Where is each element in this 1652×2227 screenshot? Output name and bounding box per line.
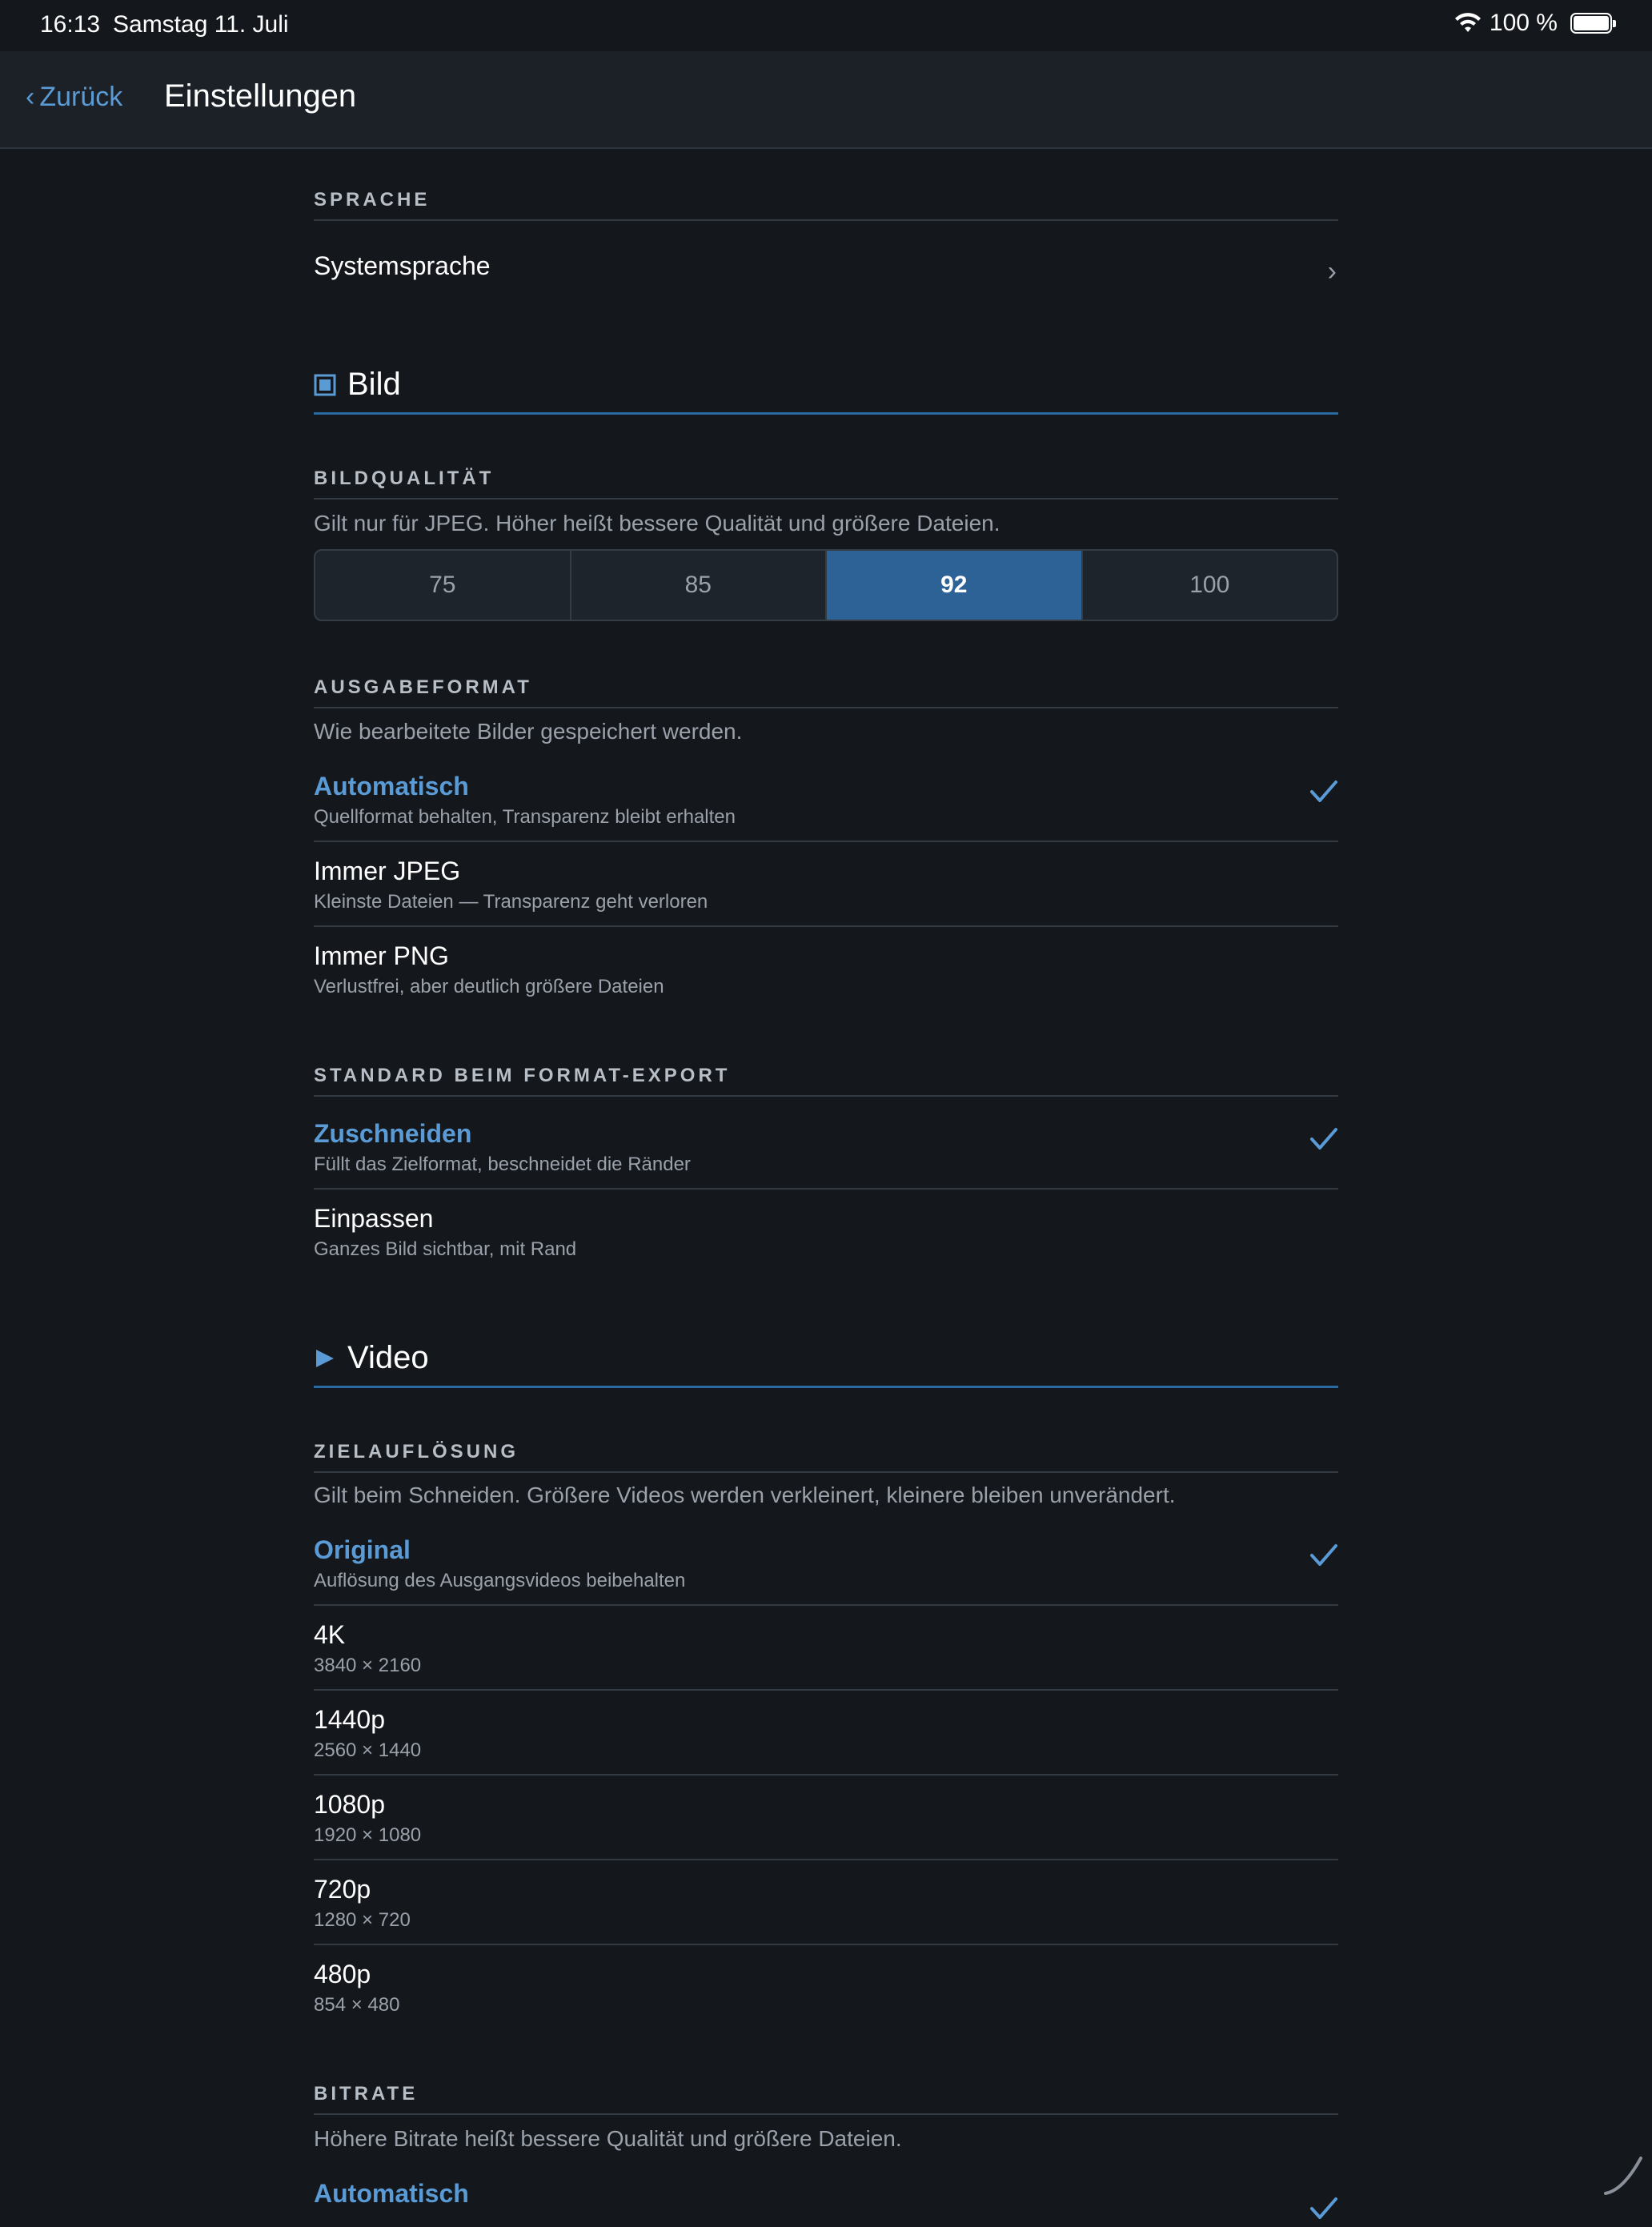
quality-option-100[interactable]: 100 <box>1083 551 1337 620</box>
quality-segmented-control: 75 85 92 100 <box>314 549 1338 621</box>
row-divider <box>314 1689 1338 1691</box>
option-subtitle: Quellformat behalten, Transparenz bleibt… <box>314 806 736 829</box>
format-export-option-crop[interactable]: Zuschneiden Füllt das Zielformat, beschn… <box>314 1119 1338 1190</box>
row-divider <box>314 1944 1338 1945</box>
checkmark-icon <box>1309 1127 1338 1151</box>
checkmark-icon <box>1309 1543 1338 1567</box>
option-label: Automatisch <box>314 772 469 801</box>
section-header-resolution: ZIELAUFLÖSUNG <box>314 1441 1338 1473</box>
option-subtitle: Kleinste Dateien — Transparenz geht verl… <box>314 891 708 913</box>
resolution-option-1080p[interactable]: 1080p 1920 × 1080 <box>314 1790 1338 1860</box>
bitrate-option-auto[interactable]: Automatisch <box>314 2179 1338 2227</box>
section-header-quality: BILDQUALITÄT <box>314 467 1338 500</box>
back-button[interactable]: ‹ Zurück <box>26 82 122 113</box>
quality-option-75[interactable]: 75 <box>315 551 571 620</box>
page-title: Einstellungen <box>164 78 356 114</box>
navigation-bar: ‹ Zurück Einstellungen <box>0 51 1652 149</box>
option-subtitle: 1920 × 1080 <box>314 1824 421 1847</box>
quality-option-85[interactable]: 85 <box>571 551 828 620</box>
play-icon <box>314 1347 336 1370</box>
image-icon <box>314 374 336 396</box>
group-title-video-text: Video <box>347 1340 429 1376</box>
option-subtitle: Verlustfrei, aber deutlich größere Datei… <box>314 976 664 998</box>
quality-description: Gilt nur für JPEG. Höher heißt bessere Q… <box>314 511 1000 536</box>
section-header-language: SPRACHE <box>314 189 1338 221</box>
option-label: 4K <box>314 1620 345 1650</box>
resolution-option-original[interactable]: Original Auflösung des Ausgangsvideos be… <box>314 1535 1338 1606</box>
chevron-right-icon: › <box>1328 256 1337 287</box>
resolution-description: Gilt beim Schneiden. Größere Videos werd… <box>314 1483 1176 1508</box>
system-language-row[interactable]: Systemsprache › <box>314 251 1338 299</box>
output-format-option-auto[interactable]: Automatisch Quellformat behalten, Transp… <box>314 772 1338 842</box>
checkmark-icon <box>1309 2197 1338 2221</box>
output-format-description: Wie bearbeitete Bilder gespeichert werde… <box>314 719 742 744</box>
resolution-option-1440p[interactable]: 1440p 2560 × 1440 <box>314 1705 1338 1776</box>
section-header-format-export: STANDARD BEIM FORMAT-EXPORT <box>314 1065 1338 1097</box>
option-subtitle: 1280 × 720 <box>314 1909 411 1932</box>
section-header-bitrate: BITRATE <box>314 2083 1338 2115</box>
group-title-image: Bild <box>314 367 1338 415</box>
option-subtitle: Füllt das Zielformat, beschneidet die Rä… <box>314 1154 691 1176</box>
system-language-label: Systemsprache <box>314 251 491 281</box>
row-divider <box>314 925 1338 927</box>
option-label: Zuschneiden <box>314 1119 471 1149</box>
option-label: 720p <box>314 1875 371 1904</box>
resolution-option-4k[interactable]: 4K 3840 × 2160 <box>314 1620 1338 1691</box>
option-subtitle: 2560 × 1440 <box>314 1739 421 1762</box>
battery-percent: 100 % <box>1490 10 1558 37</box>
option-subtitle: Ganzes Bild sichtbar, mit Rand <box>314 1238 576 1261</box>
group-title-image-text: Bild <box>347 367 401 403</box>
resolution-option-720p[interactable]: 720p 1280 × 720 <box>314 1875 1338 1945</box>
output-format-option-png[interactable]: Immer PNG Verlustfrei, aber deutlich grö… <box>314 941 1338 1005</box>
group-title-video: Video <box>314 1340 1338 1388</box>
back-label: Zurück <box>39 82 122 113</box>
status-date: Samstag 11. Juli <box>113 11 289 38</box>
option-subtitle: Auflösung des Ausgangsvideos beibehalten <box>314 1570 685 1592</box>
checkmark-icon <box>1309 780 1338 804</box>
option-label: Immer JPEG <box>314 857 460 886</box>
option-label: Einpassen <box>314 1204 433 1234</box>
option-label: 1080p <box>314 1790 385 1820</box>
row-divider <box>314 1604 1338 1606</box>
battery-icon <box>1570 13 1612 34</box>
resolution-option-480p[interactable]: 480p 854 × 480 <box>314 1960 1338 2024</box>
row-divider <box>314 841 1338 842</box>
status-bar: 16:13 Samstag 11. Juli 100 % <box>0 0 1652 51</box>
output-format-option-jpeg[interactable]: Immer JPEG Kleinste Dateien — Transparen… <box>314 857 1338 927</box>
format-export-option-fit[interactable]: Einpassen Ganzes Bild sichtbar, mit Rand <box>314 1204 1338 1268</box>
row-divider <box>314 1774 1338 1776</box>
option-label: Immer PNG <box>314 941 449 971</box>
option-label: 1440p <box>314 1705 385 1735</box>
row-divider <box>314 1188 1338 1190</box>
option-label: 480p <box>314 1960 371 1989</box>
option-subtitle: 3840 × 2160 <box>314 1655 421 1677</box>
option-label: Original <box>314 1535 411 1565</box>
option-subtitle: 854 × 480 <box>314 1994 399 2016</box>
bitrate-description: Höhere Bitrate heißt bessere Qualität un… <box>314 2126 902 2152</box>
section-header-output-format: AUSGABEFORMAT <box>314 676 1338 708</box>
status-time: 16:13 <box>40 11 100 38</box>
scroll-indicator-icon <box>1599 2150 1647 2198</box>
quality-option-92[interactable]: 92 <box>827 551 1083 620</box>
status-right: 100 % <box>1454 10 1612 37</box>
chevron-left-icon: ‹ <box>26 82 34 113</box>
wifi-icon <box>1454 13 1482 34</box>
row-divider <box>314 1859 1338 1860</box>
option-label: Automatisch <box>314 2179 469 2209</box>
